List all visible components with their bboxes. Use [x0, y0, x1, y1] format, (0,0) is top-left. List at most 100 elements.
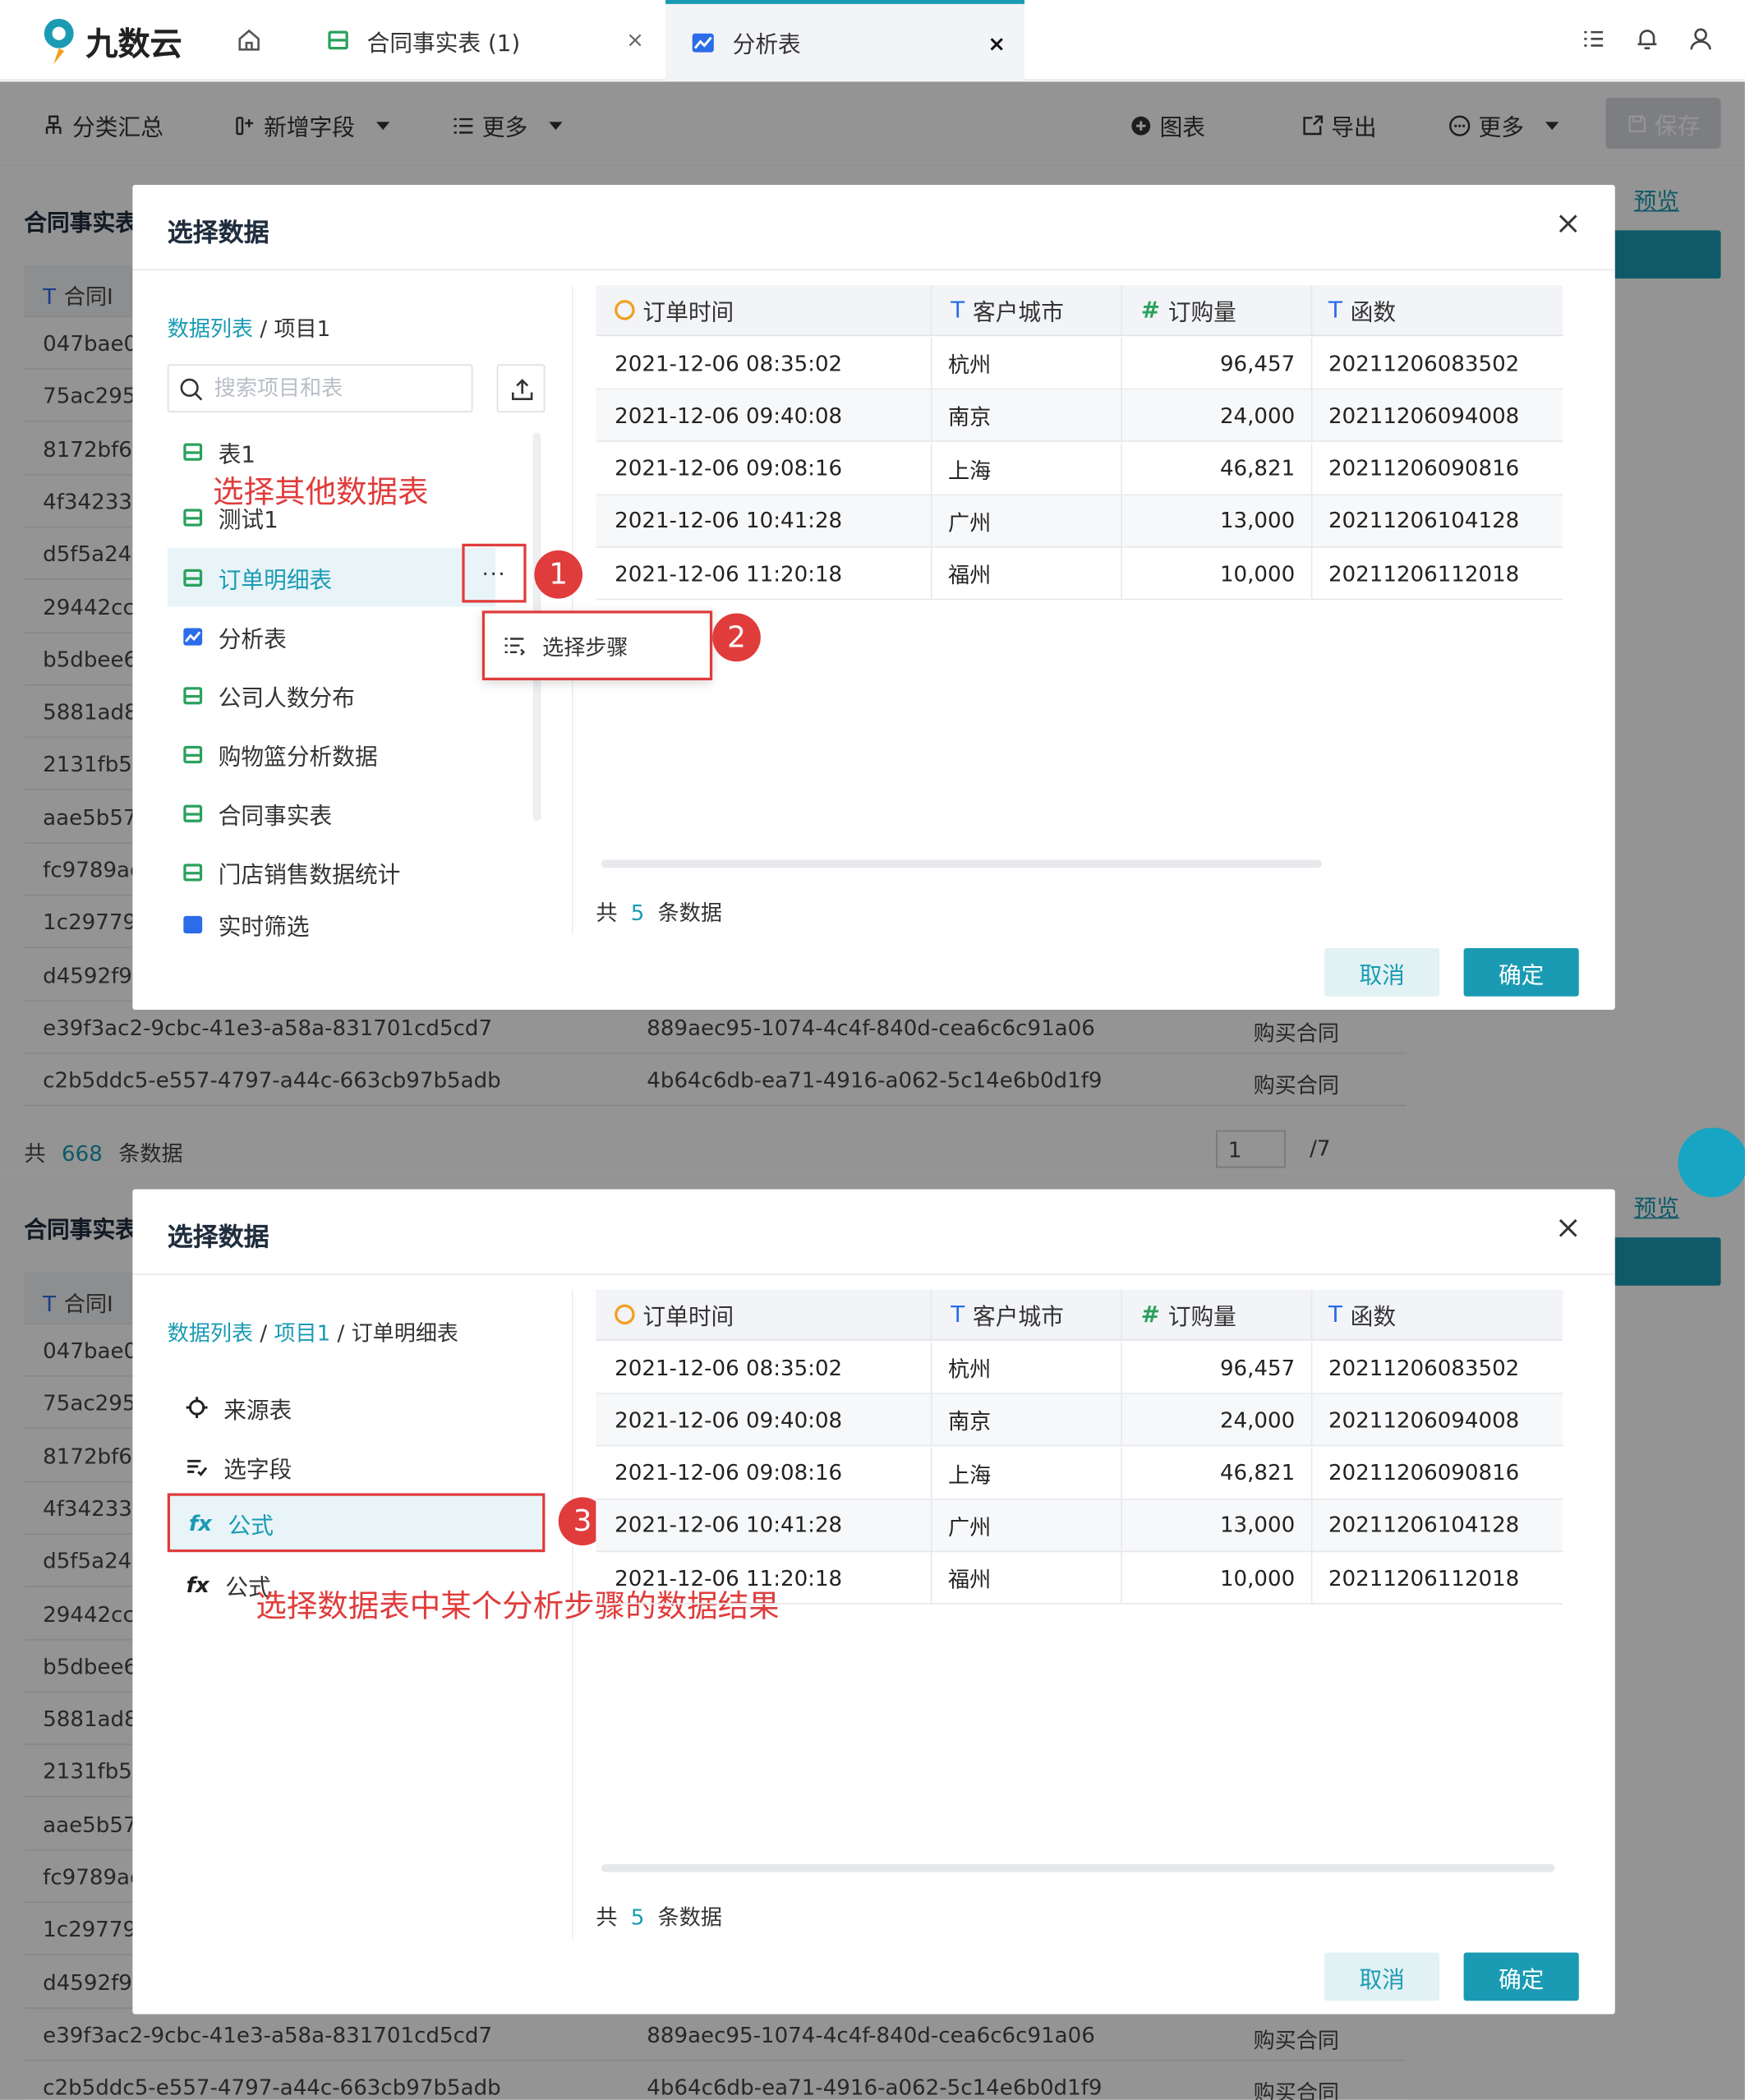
text-type-icon: T — [951, 1301, 965, 1329]
horizontal-scrollbar[interactable] — [601, 859, 1322, 868]
table-cell: 96,457 — [1121, 337, 1310, 389]
column-header[interactable]: T 客户城市 — [930, 285, 1121, 335]
home-icon[interactable] — [236, 27, 263, 54]
search-placeholder: 搜索项目和表 — [214, 375, 343, 401]
select-fields-icon — [187, 1459, 208, 1476]
search-input[interactable]: 搜索项目和表 — [167, 364, 473, 413]
list-item-analysis[interactable]: 分析表 — [168, 606, 495, 665]
table-cell: 上海 — [930, 442, 1121, 494]
table-cell: 46,821 — [1121, 442, 1310, 494]
cancel-button[interactable]: 取消 — [1324, 1952, 1440, 2001]
tab-label: 合同事实表 (1) — [366, 30, 521, 58]
tab-contract-facts[interactable]: 合同事实表 (1) × — [302, 0, 663, 81]
user-icon[interactable] — [1688, 27, 1712, 51]
column-header-label: 订单时间 — [642, 1304, 734, 1332]
column-header-label: 订购量 — [1167, 1304, 1236, 1332]
list-item-basket[interactable]: 购物篮分析数据 — [168, 725, 495, 784]
table-cell: 福州 — [930, 1552, 1121, 1604]
table-cell: 20211206094008 — [1310, 1394, 1563, 1446]
crumb-project-link[interactable]: 项目1 — [274, 1320, 330, 1346]
step-select-fields[interactable]: 选字段 — [168, 1437, 542, 1496]
step-label: 公式 — [228, 1513, 274, 1540]
step-formula-selected[interactable]: fx 公式 — [167, 1493, 546, 1553]
top-bar: 九数云 合同事实表 (1) × 分析表 × — [0, 0, 1745, 81]
sheet-icon — [183, 508, 203, 526]
table-row: 2021-12-06 08:35:02 杭州 96,457 2021120608350… — [596, 337, 1563, 390]
upload-button[interactable] — [496, 364, 546, 413]
table-cell: 13,000 — [1121, 495, 1310, 546]
sheet-icon — [183, 745, 203, 763]
table-cell: 96,457 — [1121, 1342, 1310, 1393]
column-header-label: 客户城市 — [973, 300, 1064, 327]
table-cell: 上海 — [930, 1447, 1121, 1499]
row-count: 共 5 条数据 — [596, 1899, 722, 1931]
clock-icon — [615, 300, 635, 320]
bell-icon[interactable] — [1635, 27, 1659, 51]
table-row: 2021-12-06 10:41:28 广州 13,000 2021120610412… — [596, 1499, 1563, 1552]
close-icon[interactable]: × — [626, 27, 644, 53]
select-step-menu-item[interactable]: 选择步骤 — [542, 629, 628, 661]
column-header[interactable]: 订单时间 — [615, 1290, 734, 1339]
breadcrumb: 数据列表 / 项目1 — [168, 311, 330, 343]
close-icon[interactable]: × — [988, 30, 1006, 56]
table-cell: 20211206094008 — [1310, 389, 1563, 441]
step-source-table[interactable]: 来源表 — [168, 1378, 542, 1437]
search-icon — [180, 378, 203, 401]
column-header[interactable]: T 函数 — [1310, 285, 1563, 335]
annotation-select-other-table: 选择其他数据表 — [213, 475, 429, 511]
steps-icon[interactable] — [504, 635, 527, 656]
column-header-label: 订单时间 — [642, 300, 734, 327]
list-item-label: 门店销售数据统计 — [218, 861, 401, 889]
table-cell: 20211206090816 — [1310, 442, 1563, 494]
column-header-label: 函数 — [1350, 300, 1397, 327]
select-data-dialog: 选择数据 数据列表 / 项目1 搜索项目和表 表1 测试1 订单明细表 分析表 … — [132, 184, 1615, 1011]
crumb-root-link[interactable]: 数据列表 — [168, 1320, 253, 1346]
confirm-button[interactable]: 确定 — [1463, 948, 1579, 997]
table-cell: 46,821 — [1121, 1447, 1310, 1499]
list-icon[interactable] — [1582, 27, 1605, 51]
list-item-order-detail[interactable]: 订单明细表 — [167, 547, 496, 607]
column-header[interactable]: # 订购量 — [1121, 285, 1310, 335]
crumb-sep: / — [253, 315, 274, 342]
table-cell: 南京 — [930, 389, 1121, 441]
formula-icon: fx — [186, 1571, 209, 1597]
app-logo[interactable]: 九数云 — [40, 16, 182, 65]
formula-icon: fx — [188, 1509, 212, 1536]
sheet-icon — [183, 442, 203, 460]
list-item-label: 实时筛选 — [218, 914, 310, 937]
crumb-root-link[interactable]: 数据列表 — [168, 316, 253, 342]
count-prefix: 共 — [596, 1904, 618, 1930]
column-header[interactable]: T 函数 — [1310, 1289, 1563, 1339]
table-row: 2021-12-06 09:08:16 上海 46,821 2021120609081… — [596, 442, 1563, 495]
column-header[interactable]: T 客户城市 — [930, 1289, 1121, 1339]
close-icon[interactable] — [1554, 1213, 1583, 1243]
logo-text: 九数云 — [85, 25, 182, 62]
divider — [132, 1273, 1615, 1275]
table-cell: 2021-12-06 10:41:28 — [615, 1512, 843, 1538]
crumb-project: 项目1 — [274, 315, 331, 342]
list-item-store-sales[interactable]: 门店销售数据统计 — [168, 842, 495, 901]
chat-support-icon[interactable] — [1678, 1127, 1745, 1198]
close-icon[interactable] — [1554, 209, 1583, 238]
column-header[interactable]: 订单时间 — [615, 285, 734, 334]
more-actions-button[interactable]: ··· — [462, 543, 527, 603]
confirm-button[interactable]: 确定 — [1463, 1952, 1579, 2001]
list-item-label: 表1 — [218, 441, 256, 468]
table-cell: 10,000 — [1121, 547, 1310, 599]
column-header[interactable]: # 订购量 — [1121, 1289, 1310, 1339]
horizontal-scrollbar[interactable] — [601, 1863, 1555, 1872]
divider — [132, 269, 1615, 271]
list-item-headcount[interactable]: 公司人数分布 — [168, 665, 495, 725]
list-item-contract[interactable]: 合同事实表 — [168, 784, 495, 843]
table-cell: 20211206090816 — [1310, 1447, 1563, 1499]
cancel-button[interactable]: 取消 — [1324, 948, 1440, 997]
sheet-icon — [183, 804, 203, 822]
table-row: 2021-12-06 10:41:28 广州 13,000 2021120610412… — [596, 495, 1563, 548]
crumb-sep: / — [253, 1320, 274, 1347]
table-cell: 广州 — [930, 495, 1121, 546]
table-row: 2021-12-06 09:40:08 南京 24,000 2021120609400… — [596, 1394, 1563, 1447]
number-type-icon: # — [1140, 1301, 1160, 1329]
tab-analysis[interactable]: 分析表 × — [665, 0, 1024, 81]
list-item-realtime[interactable]: 实时筛选 — [168, 908, 495, 937]
table-cell: 杭州 — [930, 337, 1121, 389]
